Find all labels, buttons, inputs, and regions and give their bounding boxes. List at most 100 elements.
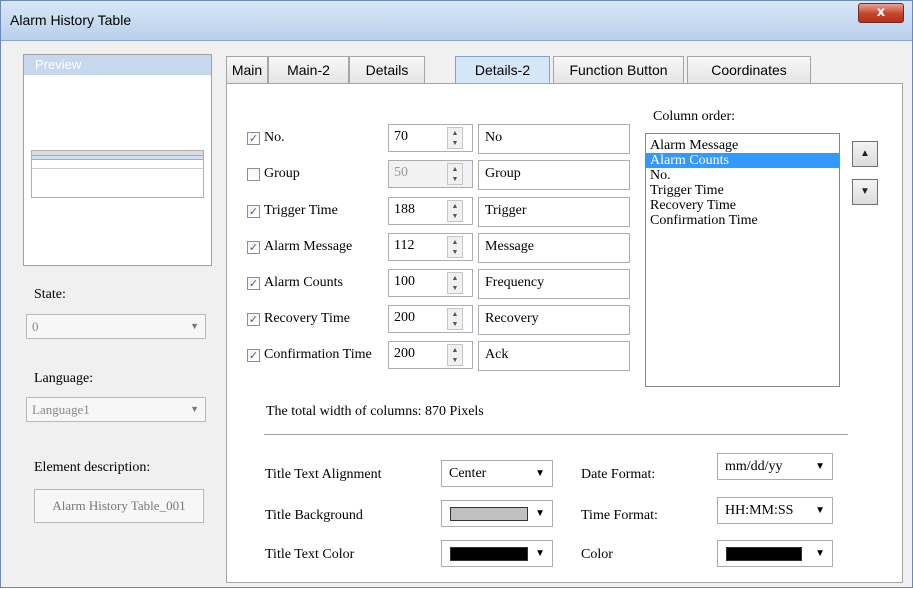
group-title-field[interactable]: Group (478, 160, 630, 190)
column-order-list[interactable]: Alarm Message Alarm Counts No. Trigger T… (645, 133, 840, 387)
title-text-color-label: Title Text Color (265, 547, 355, 562)
title-text-alignment-value: Center (449, 466, 487, 481)
date-format-label: Date Format: (581, 467, 656, 482)
color-picker[interactable]: ▼ (717, 540, 833, 567)
title-text-alignment-dropdown[interactable]: Center ▼ (441, 460, 553, 487)
no-width-spinner[interactable]: 70 ▲ ▼ (388, 124, 473, 152)
no-width-value: 70 (394, 129, 408, 144)
list-item-selected[interactable]: Alarm Counts (646, 153, 839, 168)
close-button[interactable]: x (858, 3, 904, 23)
no-checkbox[interactable]: ✓ (247, 132, 260, 145)
alarm-counts-title-field[interactable]: Frequency (478, 269, 630, 299)
tab-details-2[interactable]: Details-2 (455, 56, 550, 83)
confirmation-time-width-value: 200 (394, 346, 415, 361)
alarm-message-label: Alarm Message (264, 239, 353, 254)
color-swatch (726, 547, 802, 561)
preview-thumbnail (31, 150, 204, 198)
tab-coordinates[interactable]: Coordinates (687, 56, 811, 83)
move-down-button[interactable]: ▼ (852, 179, 878, 205)
tab-main[interactable]: Main (226, 56, 268, 83)
chevron-down-icon: ▼ (535, 508, 545, 519)
recovery-time-width-value: 200 (394, 310, 415, 325)
column-row-trigger-time: ✓ Trigger Time 188 ▲ ▼ Trigger (227, 197, 630, 227)
list-item[interactable]: Confirmation Time (646, 213, 839, 228)
alarm-message-checkbox[interactable]: ✓ (247, 241, 260, 254)
state-combo[interactable]: 0 ▼ (26, 314, 206, 339)
date-format-dropdown[interactable]: mm/dd/yy ▼ (717, 453, 833, 480)
list-item[interactable]: No. (646, 168, 839, 183)
confirmation-time-title-field[interactable]: Ack (478, 341, 630, 371)
state-label: State: (34, 287, 66, 302)
time-format-value: HH:MM:SS (725, 503, 794, 518)
language-value: Language1 (32, 402, 90, 417)
recovery-time-width-spinner[interactable]: 200 ▲ ▼ (388, 305, 473, 333)
left-panel: Preview State: 0 ▼ Language: Language1 ▼… (1, 42, 221, 589)
column-row-group: Group 50 ▲ ▼ Group (227, 160, 630, 190)
divider (264, 434, 848, 435)
confirmation-time-checkbox[interactable]: ✓ (247, 349, 260, 362)
check-icon: ✓ (248, 313, 259, 326)
triangle-down-icon: ▼ (860, 186, 870, 197)
no-title-field[interactable]: No (478, 124, 630, 154)
column-row-alarm-message: ✓ Alarm Message 112 ▲ ▼ Message (227, 233, 630, 263)
spinner-arrows-icon[interactable]: ▲ ▼ (447, 272, 463, 294)
language-combo[interactable]: Language1 ▼ (26, 397, 206, 422)
date-format-value: mm/dd/yy (725, 459, 783, 474)
chevron-down-icon: ▼ (535, 548, 545, 559)
trigger-time-width-spinner[interactable]: 188 ▲ ▼ (388, 197, 473, 225)
preview-label: Preview (24, 55, 211, 75)
title-text-alignment-label: Title Text Alignment (265, 467, 382, 482)
move-up-button[interactable]: ▲ (852, 141, 878, 167)
spinner-arrows-icon[interactable]: ▲ ▼ (447, 200, 463, 222)
chevron-down-icon: ▼ (535, 468, 545, 479)
spinner-arrows-icon[interactable]: ▲ ▼ (447, 236, 463, 258)
confirmation-time-width-spinner[interactable]: 200 ▲ ▼ (388, 341, 473, 369)
check-icon: ✓ (248, 277, 259, 290)
tab-function-button[interactable]: Function Button (553, 56, 684, 83)
details-2-panel: ✓ No. 70 ▲ ▼ No Group 50 ▲ ▼ Group ✓ Trigger… (226, 83, 903, 583)
title-text-color-picker[interactable]: ▼ (441, 540, 553, 567)
alarm-counts-checkbox[interactable]: ✓ (247, 277, 260, 290)
trigger-time-label: Trigger Time (264, 203, 338, 218)
trigger-time-width-value: 188 (394, 202, 415, 217)
alarm-counts-label: Alarm Counts (264, 275, 343, 290)
list-item[interactable]: Recovery Time (646, 198, 839, 213)
list-item[interactable]: Alarm Message (646, 138, 839, 153)
title-text-color-swatch (450, 547, 528, 561)
element-description-field[interactable]: Alarm History Table_001 (34, 489, 204, 523)
chevron-down-icon: ▼ (815, 461, 825, 472)
recovery-time-checkbox[interactable]: ✓ (247, 313, 260, 326)
no-label: No. (264, 130, 285, 145)
window-title: Alarm History Table (10, 12, 132, 28)
chevron-down-icon: ▼ (190, 321, 199, 331)
group-checkbox[interactable] (247, 168, 260, 181)
time-format-dropdown[interactable]: HH:MM:SS ▼ (717, 497, 833, 524)
group-label: Group (264, 166, 300, 181)
spinner-arrows-icon[interactable]: ▲ ▼ (447, 163, 463, 185)
alarm-message-title-field[interactable]: Message (478, 233, 630, 263)
spinner-arrows-icon[interactable]: ▲ ▼ (447, 308, 463, 330)
spinner-arrows-icon[interactable]: ▲ ▼ (447, 344, 463, 366)
trigger-time-checkbox[interactable]: ✓ (247, 205, 260, 218)
recovery-time-title-field[interactable]: Recovery (478, 305, 630, 335)
spinner-arrows-icon[interactable]: ▲ ▼ (447, 127, 463, 149)
alarm-message-width-value: 112 (394, 238, 415, 253)
tab-details[interactable]: Details (349, 56, 425, 83)
chevron-down-icon: ▼ (815, 505, 825, 516)
group-width-spinner[interactable]: 50 ▲ ▼ (388, 160, 473, 188)
color-label: Color (581, 547, 613, 562)
alarm-counts-width-spinner[interactable]: 100 ▲ ▼ (388, 269, 473, 297)
trigger-time-title-field[interactable]: Trigger (478, 197, 630, 227)
tab-main-2[interactable]: Main-2 (268, 56, 349, 83)
alarm-message-width-spinner[interactable]: 112 ▲ ▼ (388, 233, 473, 261)
check-icon: ✓ (248, 132, 259, 145)
chevron-down-icon: ▼ (815, 548, 825, 559)
title-background-color-picker[interactable]: ▼ (441, 500, 553, 527)
title-background-label: Title Background (265, 508, 363, 523)
chevron-down-icon: ▼ (190, 404, 199, 414)
time-format-label: Time Format: (581, 508, 658, 523)
check-icon: ✓ (248, 349, 259, 362)
list-item[interactable]: Trigger Time (646, 183, 839, 198)
column-row-recovery-time: ✓ Recovery Time 200 ▲ ▼ Recovery (227, 305, 630, 335)
state-value: 0 (32, 319, 39, 334)
